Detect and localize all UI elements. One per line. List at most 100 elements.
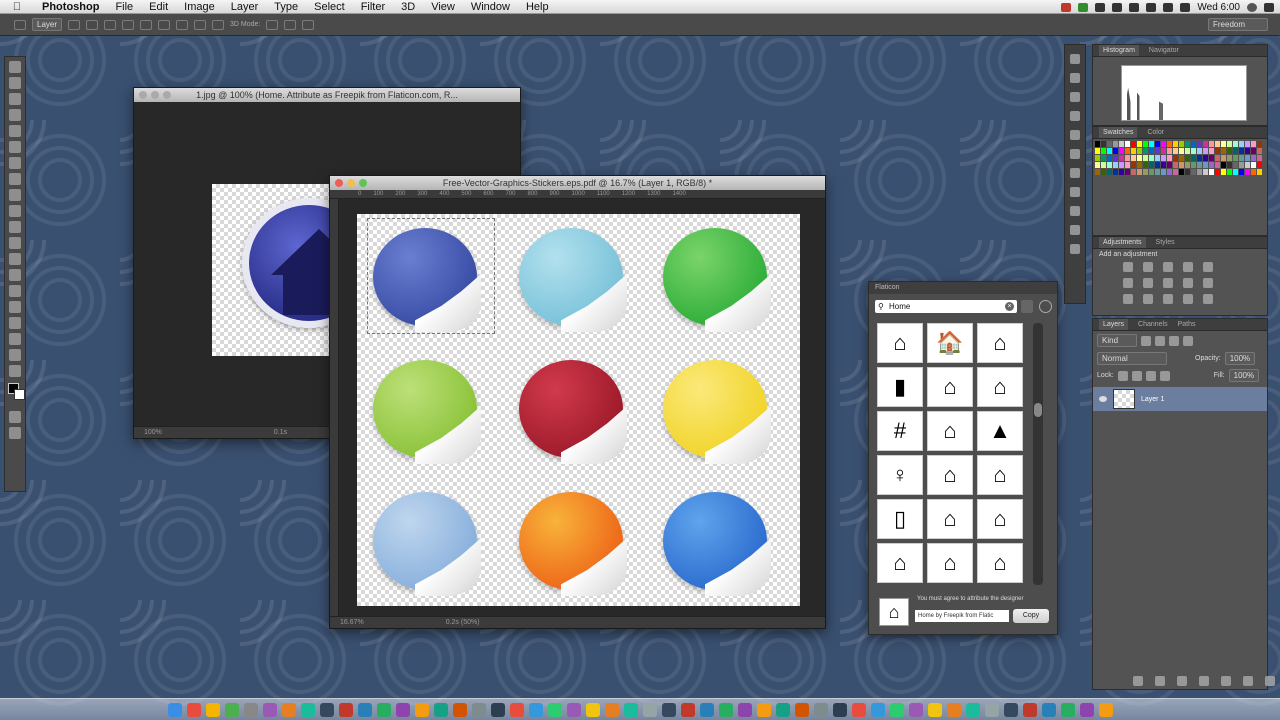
swatch[interactable] — [1149, 148, 1154, 154]
tab-adjustments[interactable]: Adjustments — [1099, 237, 1146, 248]
swatch[interactable] — [1161, 141, 1166, 147]
dock-app-icon[interactable] — [414, 702, 429, 717]
swatch[interactable] — [1191, 141, 1196, 147]
swatch[interactable] — [1233, 169, 1238, 175]
document-window-2[interactable]: Free-Vector-Graphics-Stickers.eps.pdf @ … — [329, 175, 826, 629]
swatch[interactable] — [1125, 169, 1130, 175]
swatch[interactable] — [1113, 162, 1118, 168]
swatch[interactable] — [1143, 141, 1148, 147]
dock-app-icon[interactable] — [1098, 702, 1113, 717]
swatch[interactable] — [1143, 148, 1148, 154]
swatch[interactable] — [1125, 155, 1130, 161]
swatch[interactable] — [1101, 169, 1106, 175]
home-result-icon[interactable]: ⌂ — [927, 411, 973, 451]
menu-layer[interactable]: Layer — [223, 0, 267, 14]
swatch[interactable] — [1101, 141, 1106, 147]
settings-icon[interactable] — [1039, 300, 1052, 313]
home-result-icon[interactable]: ⌂ — [977, 455, 1023, 495]
dock-app-icon[interactable] — [338, 702, 353, 717]
align-right-icon[interactable] — [176, 19, 189, 30]
swatch[interactable] — [1161, 162, 1166, 168]
display-icon[interactable] — [1112, 2, 1123, 12]
dock-app-icon[interactable] — [357, 702, 372, 717]
swatch[interactable] — [1173, 169, 1178, 175]
swatch[interactable] — [1173, 141, 1178, 147]
history-brush-tool-icon[interactable] — [9, 205, 21, 217]
swatch[interactable] — [1245, 155, 1250, 161]
swatch[interactable] — [1107, 148, 1112, 154]
swatch[interactable] — [1131, 148, 1136, 154]
eraser-tool-icon[interactable] — [9, 221, 21, 233]
menu-type[interactable]: Type — [266, 0, 306, 14]
vibrance-icon[interactable] — [1203, 262, 1213, 272]
color-swatches[interactable] — [8, 383, 25, 405]
filter-type-icon[interactable] — [1169, 335, 1179, 346]
dock-app-icon[interactable] — [262, 702, 277, 717]
swatch[interactable] — [1173, 162, 1178, 168]
workspace-dropdown[interactable]: Freedom — [1208, 18, 1268, 31]
menu-help[interactable]: Help — [518, 0, 557, 14]
dock-app-icon[interactable] — [376, 702, 391, 717]
tab-navigator[interactable]: Navigator — [1149, 45, 1179, 56]
threshold-icon[interactable] — [1163, 294, 1173, 304]
swatch[interactable] — [1149, 141, 1154, 147]
dock-app-icon[interactable] — [167, 702, 182, 717]
pen-tool-icon[interactable] — [9, 285, 21, 297]
delete-layer-icon[interactable] — [1265, 676, 1275, 686]
tab-layers[interactable]: Layers — [1099, 319, 1129, 330]
swatch[interactable] — [1251, 141, 1256, 147]
swatch[interactable] — [1143, 155, 1148, 161]
swatch[interactable] — [1227, 169, 1232, 175]
selected-home-icon[interactable]: ⌂ — [879, 598, 909, 626]
gradient-tool-icon[interactable] — [9, 237, 21, 249]
photo-filter-icon[interactable] — [1183, 278, 1193, 288]
dock-app-icon[interactable] — [946, 702, 961, 717]
swatch[interactable] — [1137, 169, 1142, 175]
swatch[interactable] — [1197, 148, 1202, 154]
home-result-icon[interactable]: # — [877, 411, 923, 451]
swatch[interactable] — [1173, 148, 1178, 154]
record-icon[interactable] — [1061, 2, 1072, 12]
shape-tool-icon[interactable] — [9, 333, 21, 345]
swatch[interactable] — [1167, 169, 1172, 175]
swatch[interactable] — [1227, 155, 1232, 161]
tab-styles[interactable]: Styles — [1156, 237, 1175, 248]
swatch[interactable] — [1137, 141, 1142, 147]
eyedropper-tool-icon[interactable] — [9, 141, 21, 153]
healing-tool-icon[interactable] — [9, 157, 21, 169]
swatch[interactable] — [1155, 148, 1160, 154]
menu-edit[interactable]: Edit — [141, 0, 176, 14]
swatch[interactable] — [1113, 169, 1118, 175]
doc2-titlebar[interactable]: Free-Vector-Graphics-Stickers.eps.pdf @ … — [330, 176, 825, 190]
swatch[interactable] — [1155, 169, 1160, 175]
swatch[interactable] — [1131, 155, 1136, 161]
home-result-icon[interactable]: ⌂ — [927, 455, 973, 495]
curves-icon[interactable] — [1163, 262, 1173, 272]
home-result-icon[interactable]: ▯ — [877, 499, 923, 539]
swatch[interactable] — [1137, 162, 1142, 168]
lock-position-icon[interactable] — [1145, 370, 1156, 381]
home-result-icon[interactable]: ⌂ — [927, 499, 973, 539]
results-scrollbar[interactable] — [1033, 323, 1043, 585]
app-menu[interactable]: Photoshop — [34, 0, 107, 14]
swatch[interactable] — [1251, 162, 1256, 168]
character-icon[interactable] — [1070, 187, 1080, 197]
filter-adjust-icon[interactable] — [1155, 335, 1165, 346]
tab-paths[interactable]: Paths — [1178, 319, 1196, 330]
dock-app-icon[interactable] — [832, 702, 847, 717]
zoom-icon[interactable] — [359, 179, 367, 187]
quick-select-tool-icon[interactable] — [9, 109, 21, 121]
dock-app-icon[interactable] — [1003, 702, 1018, 717]
swatch[interactable] — [1245, 141, 1250, 147]
swatch[interactable] — [1137, 148, 1142, 154]
align-bottom-icon[interactable] — [122, 19, 135, 30]
swatch[interactable] — [1167, 155, 1172, 161]
dock-app-icon[interactable] — [224, 702, 239, 717]
dock-app-icon[interactable] — [186, 702, 201, 717]
selective-color-icon[interactable] — [1203, 294, 1213, 304]
home-result-icon[interactable]: ♀ — [877, 455, 923, 495]
dock-app-icon[interactable] — [718, 702, 733, 717]
doc2-zoom[interactable]: 16.67% — [340, 619, 364, 626]
copy-button[interactable]: Copy — [1013, 609, 1049, 623]
horizontal-ruler[interactable]: 0 100 200 300 400 500 600 700 800 900 1000 1100 1200… — [330, 190, 825, 199]
